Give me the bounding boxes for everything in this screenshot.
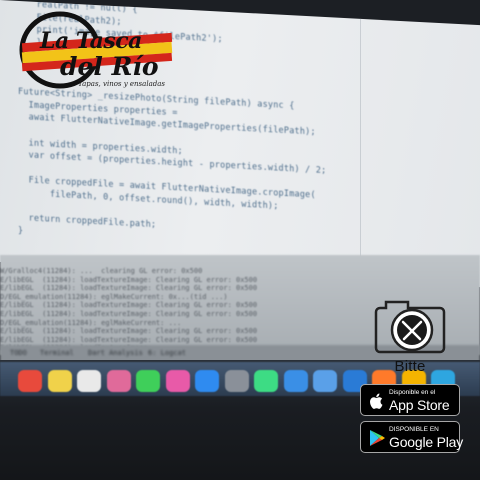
logo-tagline: Tapas, vinos y ensaladas (78, 80, 165, 88)
logo-subtitle: del Río (60, 52, 159, 81)
app-store-icon[interactable] (195, 370, 219, 392)
app-store-small-text: Disponible en el (389, 389, 436, 396)
finder-icon[interactable] (313, 370, 337, 392)
system-preferences-icon[interactable] (224, 370, 249, 392)
google-play-badge[interactable]: DISPONIBLE EN Google Play (360, 421, 464, 453)
restaurant-logo: La Tasca del Río Tapas, vinos y ensalada… (18, 8, 180, 92)
tool-tab-terminal[interactable]: Terminal (40, 349, 74, 357)
code-line: return croppedFile.path; (18, 213, 157, 231)
console-line: E/libEGL (11284): loadTextureImage: Clea… (0, 327, 258, 336)
calendar-icon[interactable] (18, 370, 42, 392)
itunes-icon[interactable] (165, 370, 190, 392)
app-store-badge[interactable]: Disponible en el App Store (360, 384, 460, 416)
console-line: D/EGL_emulation(11284): eglMakeCurrent: … (0, 292, 228, 301)
google-play-big-text: Google Play (389, 434, 464, 450)
app-store-big-text: App Store (389, 397, 450, 413)
messages-icon[interactable] (136, 370, 160, 392)
logo-title: La Tasca (40, 28, 142, 54)
google-play-icon (370, 430, 385, 446)
android-studio-icon[interactable] (254, 370, 278, 392)
code-line: } (18, 225, 24, 237)
console-line: D/EGL_emulation(11284): eglMakeCurrent: … (0, 318, 182, 327)
console-line: E/libEGL (11284): loadTextureImage: Clea… (0, 284, 258, 293)
google-play-small-text: DISPONIBLE EN (389, 426, 439, 433)
tool-tab-dart-analysis[interactable]: Dart Analysis (88, 349, 143, 357)
reminders-icon[interactable] (77, 370, 101, 392)
console-line: E/libEGL (11284): loadTextureImage: Clea… (0, 275, 258, 284)
apple-icon (370, 393, 383, 409)
console-line: E/libEGL (11284): loadTextureImage: Clea… (0, 310, 258, 318)
notes-icon[interactable] (47, 370, 72, 392)
console-line: E/libEGL (11284): loadTextureImage: Clea… (0, 301, 258, 310)
editor-right-margin (360, 18, 361, 281)
tool-tab-todo[interactable]: TODO (10, 349, 27, 357)
console-line: E/libEGL (11284): loadTextureImage: Clea… (0, 335, 258, 344)
tool-tab-logcat[interactable]: 6: Logcat (148, 349, 186, 357)
photos-icon[interactable] (106, 370, 131, 392)
bitte-label: Bitte (394, 358, 426, 375)
console-line: W/Gralloc4(11284): ... clearing GL error… (0, 267, 203, 275)
xcode-icon[interactable] (283, 370, 308, 392)
